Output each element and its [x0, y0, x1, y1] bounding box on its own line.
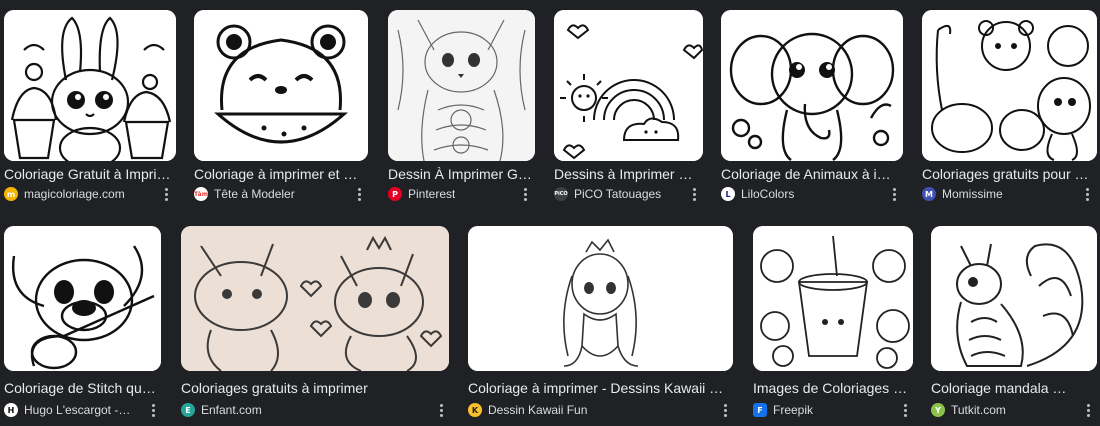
- thumbnail-kawaii-fruits[interactable]: [753, 226, 913, 371]
- result-source: Momissime: [942, 187, 1003, 201]
- lilocolors-favicon-icon: L: [721, 187, 735, 201]
- result-title[interactable]: Dessin À Imprimer G…: [388, 165, 535, 183]
- two-cats-drawing: [181, 226, 449, 371]
- more-options-icon[interactable]: [434, 401, 448, 419]
- result-title[interactable]: Coloriage à imprimer et …: [194, 165, 368, 183]
- more-options-icon[interactable]: [146, 401, 160, 419]
- bunny-cupcake-drawing: [4, 10, 176, 161]
- result-card[interactable]: Coloriage à imprimer et … Tàm Tête à Mod…: [194, 0, 368, 210]
- more-options-icon[interactable]: [352, 185, 366, 203]
- kawaii-mermaid-drawing: [468, 226, 733, 371]
- thumbnail-bunny-cupcakes[interactable]: [4, 10, 176, 161]
- more-options-icon[interactable]: [718, 401, 732, 419]
- result-title[interactable]: Coloriages gratuits à imprimer: [181, 379, 449, 397]
- result-title[interactable]: Images de Coloriages …: [753, 379, 913, 397]
- result-title[interactable]: Coloriage Gratuit à Impri…: [4, 165, 176, 183]
- dessin-kawaii-fun-favicon-icon: K: [468, 403, 482, 417]
- source-row[interactable]: P Pinterest: [388, 185, 513, 203]
- more-options-icon[interactable]: [898, 401, 912, 419]
- result-card[interactable]: Coloriage mandala grat… Y Tutkit.com: [931, 226, 1097, 426]
- source-row[interactable]: E Enfant.com: [181, 401, 381, 419]
- result-card[interactable]: Dessin À Imprimer G… P Pinterest: [388, 0, 535, 210]
- thumbnail-animals-group[interactable]: [922, 10, 1097, 161]
- result-title[interactable]: Coloriage à imprimer - Dessins Kawaii …: [468, 379, 733, 397]
- thumbnail-kawaii-mermaid[interactable]: [468, 226, 733, 371]
- squirrel-mandala-drawing: [931, 226, 1097, 371]
- momissime-favicon-icon: M: [922, 187, 936, 201]
- more-options-icon[interactable]: [1080, 185, 1094, 203]
- thumbnail-cat-mandala[interactable]: [388, 10, 535, 161]
- more-options-icon[interactable]: [687, 185, 701, 203]
- result-source: Dessin Kawaii Fun: [488, 403, 588, 417]
- source-row[interactable]: PiCO PiCO Tatouages: [554, 185, 684, 203]
- result-source: PiCO Tatouages: [574, 187, 662, 201]
- source-row[interactable]: H Hugo L'escargot -…: [4, 401, 136, 419]
- more-options-icon[interactable]: [1081, 401, 1095, 419]
- more-options-icon[interactable]: [887, 185, 901, 203]
- more-options-icon[interactable]: [159, 185, 173, 203]
- result-card[interactable]: Coloriage de Animaux à i… L LiloColors: [721, 0, 903, 210]
- result-card[interactable]: Coloriage à imprimer - Dessins Kawaii … …: [468, 226, 733, 426]
- rainbow-drawing: [554, 10, 703, 161]
- source-row[interactable]: F Freepik: [753, 401, 883, 419]
- enfant-com-favicon-icon: E: [181, 403, 195, 417]
- result-card[interactable]: Dessins à Imprimer … PiCO PiCO Tatouages: [554, 0, 703, 210]
- result-source: Hugo L'escargot -…: [24, 403, 131, 417]
- result-card[interactable]: Coloriages gratuits pour … M Momissime: [922, 0, 1097, 210]
- more-options-icon[interactable]: [518, 185, 532, 203]
- magicoloriage-favicon-icon: m: [4, 187, 18, 201]
- result-source: Freepik: [773, 403, 814, 417]
- result-title[interactable]: Coloriage de Stitch qu…: [4, 379, 161, 397]
- elephant-drawing: [721, 10, 903, 161]
- tutkit-favicon-icon: Y: [931, 403, 945, 417]
- thumbnail-rainbow-sun[interactable]: [554, 10, 703, 161]
- source-row[interactable]: L LiloColors: [721, 185, 881, 203]
- result-card[interactable]: Coloriage de Stitch qu… H Hugo L'escargo…: [4, 226, 161, 426]
- thumbnail-elephant[interactable]: [721, 10, 903, 161]
- thumbnail-panda-watermelon[interactable]: [194, 10, 368, 161]
- result-title[interactable]: Coloriage de Animaux à i…: [721, 165, 903, 183]
- thumbnail-cats-couple[interactable]: [181, 226, 449, 371]
- result-source: Tête à Modeler: [214, 187, 295, 201]
- result-source: magicoloriage.com: [24, 187, 125, 201]
- thumbnail-stitch-guitar[interactable]: [4, 226, 161, 371]
- result-card[interactable]: Images de Coloriages … F Freepik: [753, 226, 913, 426]
- source-row[interactable]: M Momissime: [922, 185, 1072, 203]
- result-source: Pinterest: [408, 187, 456, 201]
- result-card[interactable]: Coloriage Gratuit à Impri… m magicoloria…: [4, 0, 176, 210]
- stitch-drawing: [4, 226, 161, 371]
- kawaii-fruits-drawing: [753, 226, 913, 371]
- result-source: LiloColors: [741, 187, 795, 201]
- cat-mandala-drawing: [388, 10, 535, 161]
- result-title[interactable]: Coloriages gratuits pour …: [922, 165, 1092, 183]
- result-source: Tutkit.com: [951, 403, 1006, 417]
- animals-group-drawing: [922, 10, 1097, 161]
- pinterest-favicon-icon: P: [388, 187, 402, 201]
- result-source: Enfant.com: [201, 403, 262, 417]
- source-row[interactable]: Y Tutkit.com: [931, 401, 1061, 419]
- source-row[interactable]: K Dessin Kawaii Fun: [468, 401, 668, 419]
- source-row[interactable]: m magicoloriage.com: [4, 185, 154, 203]
- freepik-favicon-icon: F: [753, 403, 767, 417]
- thumbnail-squirrel-mandala[interactable]: [931, 226, 1097, 371]
- tete-a-modeler-favicon-icon: Tàm: [194, 187, 208, 201]
- hugo-lescargot-favicon-icon: H: [4, 403, 18, 417]
- result-title[interactable]: Dessins à Imprimer …: [554, 165, 703, 183]
- pico-tatouages-favicon-icon: PiCO: [554, 187, 568, 201]
- result-title[interactable]: Coloriage mandala grat…: [931, 379, 1071, 397]
- source-row[interactable]: Tàm Tête à Modeler: [194, 185, 344, 203]
- panda-drawing: [194, 10, 368, 161]
- result-card[interactable]: Coloriages gratuits à imprimer E Enfant.…: [181, 226, 449, 426]
